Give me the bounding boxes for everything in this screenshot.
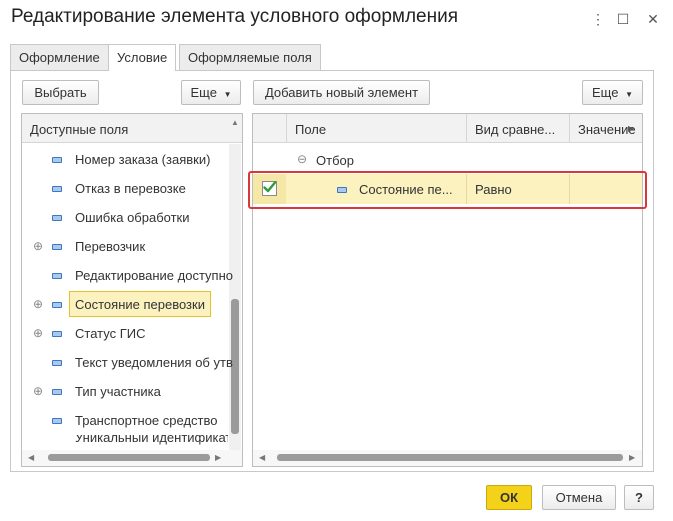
field-icon: [52, 389, 62, 395]
list-item[interactable]: ⊕ Перевозчик: [22, 232, 228, 261]
select-button[interactable]: Выбрать: [22, 80, 99, 105]
tab-uslovie[interactable]: Условие: [108, 44, 177, 71]
field-icon: [52, 215, 62, 221]
list-item[interactable]: Текст уведомления об утв: [22, 348, 233, 377]
list-item-label: Ошибка обработки: [75, 210, 190, 225]
column-header-comparison[interactable]: Вид сравне...: [475, 122, 555, 137]
help-button[interactable]: ?: [624, 485, 654, 510]
available-fields-header-label: Доступные поля: [30, 122, 129, 137]
header-divider: [569, 114, 570, 143]
list-item-label: Перевозчик: [75, 239, 146, 254]
list-item[interactable]: ⊕ Тип участника: [22, 377, 228, 406]
list-item[interactable]: Уникальный идентификатор: [22, 435, 228, 445]
ok-button[interactable]: ОК: [486, 485, 532, 510]
horizontal-scrollbar-thumb[interactable]: [277, 454, 623, 461]
right-more-label: Еще: [592, 85, 619, 100]
expand-icon[interactable]: ⊕: [33, 319, 43, 348]
list-item[interactable]: Номер заказа (заявки): [22, 145, 228, 174]
list-item[interactable]: Транспортное средство: [22, 406, 228, 435]
header-divider: [286, 114, 287, 143]
maximize-icon[interactable]: ☐: [611, 8, 635, 30]
field-icon: [52, 331, 62, 337]
list-item-label: Номер заказа (заявки): [75, 152, 211, 167]
more-icon[interactable]: ⋮: [586, 8, 610, 30]
list-item-label: Тип участника: [75, 384, 161, 399]
highlight-frame: [248, 171, 647, 209]
list-item-label: Редактирование доступно: [75, 268, 234, 283]
list-item-label: Уникальный идентификатор: [75, 435, 228, 445]
tab-oformlenie[interactable]: Оформление: [10, 44, 109, 70]
cancel-button[interactable]: Отмена: [542, 485, 616, 510]
field-icon: [52, 360, 62, 366]
list-item-label: Состояние перевозки: [69, 291, 211, 317]
list-item-label: Транспортное средство: [75, 413, 218, 428]
dropdown-arrow-icon: ▼: [625, 90, 633, 99]
horizontal-scrollbar[interactable]: ◀ ▶: [22, 450, 242, 466]
list-item-label: Текст уведомления об утв: [75, 355, 233, 370]
list-item-label: Отказ в перевозке: [75, 181, 186, 196]
scroll-left-icon[interactable]: ◀: [28, 453, 34, 462]
horizontal-scrollbar-thumb[interactable]: [48, 454, 210, 461]
group-label: Отбор: [316, 153, 354, 168]
left-more-button[interactable]: Еще ▼: [181, 80, 241, 105]
scroll-up-icon[interactable]: ▲: [229, 118, 241, 130]
scroll-left-icon[interactable]: ◀: [259, 453, 265, 462]
available-fields-header: Доступные поля: [22, 114, 242, 143]
window-title: Редактирование элемента условного оформл…: [11, 6, 459, 27]
list-item[interactable]: Отказ в перевозке: [22, 174, 228, 203]
list-item-selected[interactable]: ⊕ Состояние перевозки: [22, 290, 228, 319]
list-item[interactable]: Редактирование доступно: [22, 261, 233, 290]
expand-icon[interactable]: ⊕: [33, 290, 43, 319]
field-icon: [52, 418, 62, 424]
expand-icon[interactable]: ⊕: [33, 377, 43, 406]
scroll-right-icon[interactable]: ▶: [629, 453, 635, 462]
column-header-field[interactable]: Поле: [295, 122, 326, 137]
add-new-element-button[interactable]: Добавить новый элемент: [253, 80, 430, 105]
left-more-label: Еще: [190, 85, 217, 100]
scroll-right-icon[interactable]: ▶: [628, 124, 634, 133]
available-fields-list[interactable]: Доступные поля ▲ Номер заказа (заявки) О…: [21, 113, 243, 467]
fields-rows: Номер заказа (заявки) Отказ в перевозке …: [22, 145, 233, 445]
field-icon: [52, 302, 62, 308]
column-header-value[interactable]: Значение: [578, 122, 636, 137]
filter-grid[interactable]: Поле Вид сравне... Значение ⊖ Отбор Сост…: [252, 113, 643, 467]
list-item[interactable]: ⊕ Статус ГИС: [22, 319, 228, 348]
right-more-button[interactable]: Еще ▼: [582, 80, 643, 105]
close-icon[interactable]: ✕: [641, 8, 665, 30]
scroll-right-icon[interactable]: ▶: [215, 453, 221, 462]
field-icon: [52, 157, 62, 163]
list-item-label: Статус ГИС: [75, 326, 146, 341]
field-icon: [52, 244, 62, 250]
collapse-icon[interactable]: ⊖: [297, 152, 307, 166]
field-icon: [52, 273, 62, 279]
tab-oformlyaemye-polya[interactable]: Оформляемые поля: [179, 44, 321, 70]
dropdown-arrow-icon: ▼: [223, 90, 232, 99]
field-icon: [52, 186, 62, 192]
header-divider: [466, 114, 467, 143]
expand-icon[interactable]: ⊕: [33, 232, 43, 261]
horizontal-scrollbar[interactable]: ◀ ▶: [253, 450, 642, 466]
list-item[interactable]: Ошибка обработки: [22, 203, 228, 232]
